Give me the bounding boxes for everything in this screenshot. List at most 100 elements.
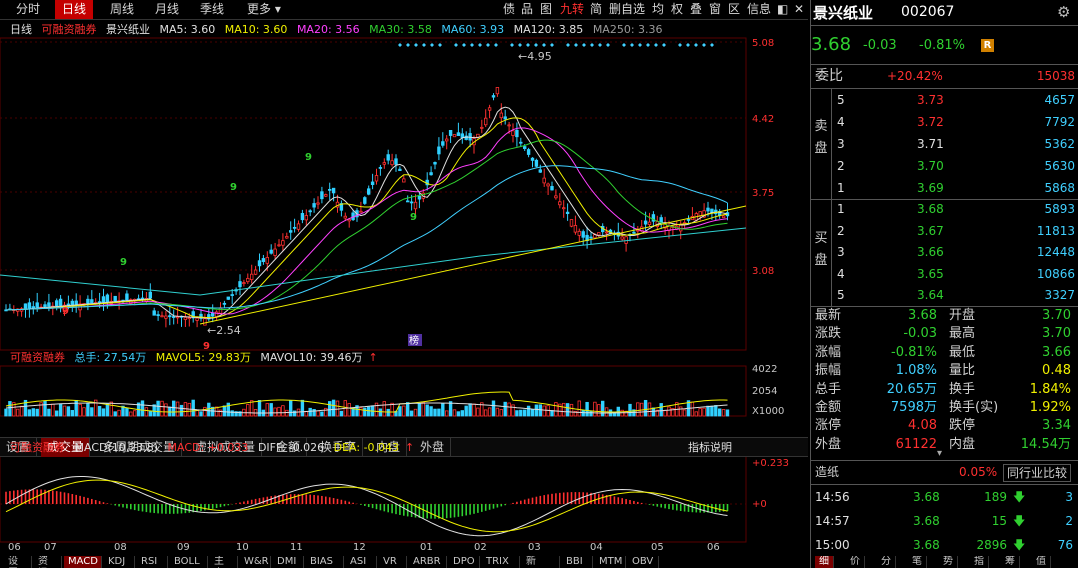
volume-bar bbox=[421, 402, 425, 417]
expand-icon[interactable]: ▾ bbox=[937, 448, 942, 459]
indicator-tab[interactable]: BBI bbox=[562, 556, 593, 568]
chart-area[interactable]: 5.08 4.42 3.75 3.08 4022 2054 X1000 +0.233 +0 ←4.… bbox=[0, 20, 808, 568]
tool-chart[interactable]: 图 bbox=[540, 0, 552, 19]
panel-tab[interactable]: 指 bbox=[970, 556, 989, 568]
stat-value: 1.84% bbox=[1029, 381, 1071, 397]
indicator-tab[interactable]: OBV bbox=[628, 556, 659, 568]
tool-product[interactable]: 品 bbox=[521, 0, 533, 19]
tab-weekly[interactable]: 周线 bbox=[103, 0, 141, 19]
volume-bar bbox=[171, 400, 176, 417]
volume-bar bbox=[515, 410, 519, 417]
indicator-tab[interactable]: 资讯 bbox=[34, 556, 62, 568]
candle-body bbox=[265, 257, 269, 264]
chevron-down-icon: ▾ bbox=[274, 2, 281, 16]
indicator-tab[interactable]: ASI bbox=[346, 556, 377, 568]
candle-body bbox=[569, 219, 574, 227]
indicator-tab[interactable]: ARBR bbox=[409, 556, 447, 568]
panel-tab[interactable]: 筹 bbox=[1001, 556, 1020, 568]
gear-icon[interactable]: ⚙ bbox=[1057, 3, 1070, 21]
candle-body bbox=[546, 183, 550, 187]
tool-remove-watchlist[interactable]: 删自选 bbox=[609, 0, 645, 19]
indicator-tab[interactable]: BIAS bbox=[306, 556, 344, 568]
candle-body bbox=[534, 159, 539, 167]
volume-bar bbox=[550, 410, 554, 417]
indicator-tab[interactable]: 主力 bbox=[210, 556, 238, 568]
volume-bar bbox=[70, 410, 74, 417]
volume-bar bbox=[105, 403, 110, 417]
tool-average[interactable]: 均 bbox=[652, 0, 664, 19]
signal-diamond bbox=[582, 43, 586, 47]
indicator-tab[interactable]: DMI bbox=[273, 556, 304, 568]
candle-body bbox=[168, 315, 172, 318]
ask-volume: 5868 bbox=[1044, 181, 1075, 195]
indicator-tab[interactable]: W&R bbox=[240, 556, 271, 568]
stat-value: 0.48 bbox=[1042, 363, 1071, 379]
indicator-explain-link[interactable]: 指标说明 bbox=[688, 440, 732, 456]
x-tick-label: 07 bbox=[44, 542, 57, 553]
volume-bar bbox=[366, 406, 371, 417]
panel-tab[interactable]: 价 bbox=[846, 556, 865, 568]
volume-bar bbox=[19, 405, 24, 417]
ask-row: 3 3.71 5362 bbox=[811, 134, 1078, 154]
indicator-tab[interactable]: VR bbox=[379, 556, 407, 568]
indicator-tab[interactable]: DPO bbox=[449, 556, 480, 568]
volume-bar bbox=[62, 405, 67, 417]
industry-compare-button[interactable]: 同行业比较 bbox=[1003, 464, 1072, 482]
signal-diamond bbox=[470, 43, 474, 47]
indicator-tab[interactable]: TRIX bbox=[482, 556, 520, 568]
volume-bar bbox=[51, 403, 55, 417]
tab-quarterly[interactable]: 季线 bbox=[193, 0, 231, 19]
close-icon[interactable]: ✕ bbox=[794, 0, 804, 19]
tab-intraday[interactable]: 分时 bbox=[9, 0, 47, 19]
panel-tab[interactable]: 笔 bbox=[908, 556, 927, 568]
margin-badge: R bbox=[981, 39, 994, 52]
volume-bar bbox=[542, 405, 546, 417]
volume-bar bbox=[90, 407, 94, 417]
candle-body bbox=[331, 187, 336, 194]
indicator-tab[interactable]: KDJ bbox=[104, 556, 135, 568]
tab-more[interactable]: 更多 ▾ bbox=[240, 0, 288, 19]
volume-bar bbox=[382, 401, 386, 417]
panel-tab[interactable]: 分 bbox=[877, 556, 896, 568]
tool-simple[interactable]: 简 bbox=[590, 0, 602, 19]
candlestick-chart[interactable]: 5.08 4.42 3.75 3.08 4022 2054 X1000 +0.233 +0 ←4.… bbox=[0, 20, 808, 568]
indicator-tab[interactable]: MTM bbox=[595, 556, 626, 568]
candle-body bbox=[515, 129, 519, 138]
indicator-tab[interactable]: 设置 bbox=[4, 556, 32, 568]
industry-row: 造纸 0.05% 同行业比较 bbox=[811, 462, 1078, 482]
panel-toggle-icon[interactable]: ◧ bbox=[777, 0, 788, 19]
volume-bar bbox=[316, 410, 320, 417]
volume-bar bbox=[476, 407, 480, 417]
candle-body bbox=[74, 300, 78, 305]
candle-body bbox=[183, 316, 188, 320]
tool-overlay[interactable]: 叠 bbox=[690, 0, 702, 19]
signal-diamond bbox=[590, 43, 594, 47]
tool-info[interactable]: 信息 bbox=[747, 0, 771, 19]
tool-range[interactable]: 区 bbox=[728, 0, 740, 19]
volume-bar bbox=[460, 410, 464, 417]
tool-bond[interactable]: 债 bbox=[503, 0, 515, 19]
indicator-tab[interactable]: RSI bbox=[137, 556, 168, 568]
x-tick-label: 12 bbox=[353, 542, 366, 553]
indicator-tab[interactable]: 新DMA bbox=[522, 556, 560, 568]
price-change: -0.03 bbox=[863, 38, 897, 53]
tool-nine-turn[interactable]: 九转 bbox=[560, 0, 584, 19]
volume-bar bbox=[265, 403, 269, 417]
panel-tab[interactable]: 值 bbox=[1032, 556, 1051, 568]
candle-body bbox=[324, 194, 328, 197]
down-arrow-icon: 🡇 bbox=[1013, 490, 1026, 504]
volume-bar bbox=[636, 402, 640, 417]
candle-body bbox=[413, 201, 418, 210]
indicator-tab[interactable]: BOLL bbox=[170, 556, 208, 568]
tool-rights[interactable]: 权 bbox=[671, 0, 683, 19]
tool-window[interactable]: 窗 bbox=[709, 0, 721, 19]
tab-monthly[interactable]: 月线 bbox=[148, 0, 186, 19]
panel-tab[interactable]: 势 bbox=[939, 556, 958, 568]
signal-diamond bbox=[710, 43, 714, 47]
panel-tab[interactable]: 细 bbox=[815, 556, 834, 568]
volume-bar bbox=[277, 406, 281, 417]
volume-bar bbox=[589, 410, 593, 417]
indicator-tab[interactable]: MACD bbox=[64, 556, 102, 568]
candle-body bbox=[437, 146, 441, 155]
tab-daily[interactable]: 日线 bbox=[55, 0, 94, 19]
